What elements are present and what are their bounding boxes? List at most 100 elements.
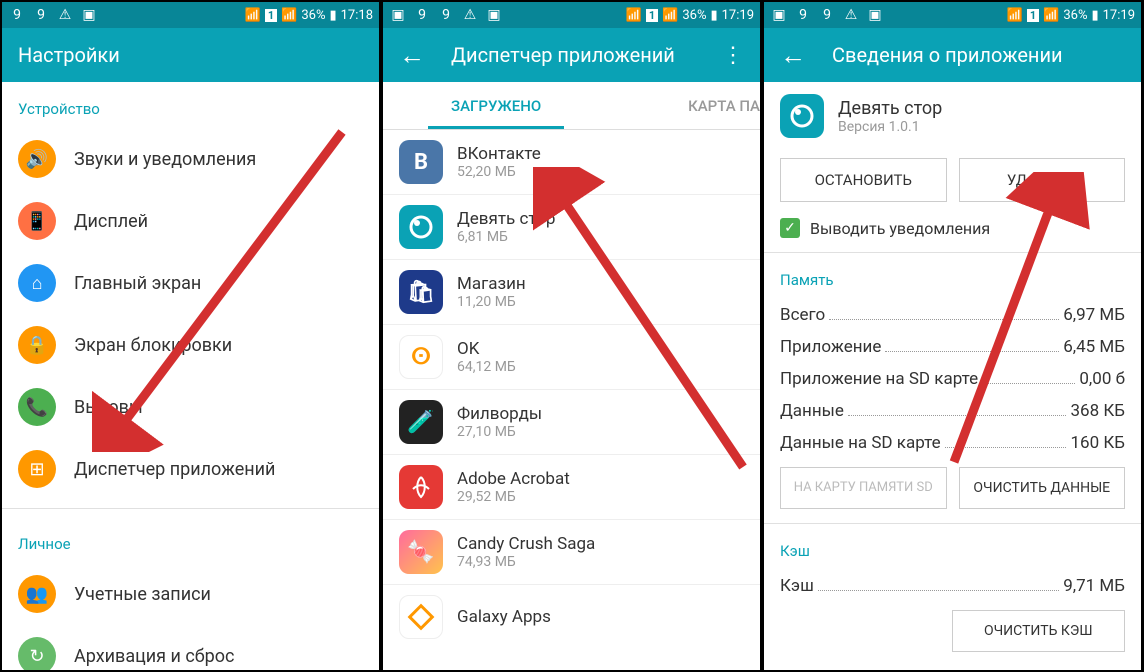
- signal-icon: 📶: [281, 8, 297, 23]
- settings-item-app-manager[interactable]: ⊞ Диспетчер приложений: [2, 438, 379, 500]
- notifications-toggle[interactable]: ✓ Выводить уведомления: [764, 210, 1141, 252]
- cast-icon: ▣: [80, 6, 98, 24]
- page-title: Сведения о приложении: [832, 43, 1063, 67]
- notif-icon: 9: [437, 6, 455, 24]
- notif-icon: 9: [794, 6, 812, 24]
- notif-icon: 9: [818, 6, 836, 24]
- divider: [2, 508, 379, 509]
- store-icon: 🛍: [399, 270, 443, 314]
- cast-icon: ▣: [485, 6, 503, 24]
- clear-data-button[interactable]: ОЧИСТИТЬ ДАННЫЕ: [959, 467, 1126, 509]
- tab-sdcard[interactable]: КАРТА ПА: [609, 82, 760, 129]
- checkbox-checked-icon: ✓: [780, 218, 800, 238]
- settings-item-lockscreen[interactable]: 🔒 Экран блокировки: [2, 314, 379, 376]
- memory-data-sd: Данные на SD карте160 КБ: [764, 427, 1141, 459]
- apps-icon: ⊞: [18, 450, 56, 488]
- app-name: Девять стор: [838, 98, 942, 119]
- app-item-vk[interactable]: В ВКонтакте52,20 МБ: [383, 130, 760, 195]
- clock: 17:19: [1103, 8, 1135, 23]
- section-cache: Кэш: [764, 524, 1141, 570]
- phone-icon: 📞: [18, 388, 56, 426]
- statusbar: ▣ 9 9 ⚠ ▣ 📶 1 📶 36% ▮ 17:19: [383, 2, 760, 28]
- display-icon: 📱: [18, 202, 56, 240]
- ok-icon: ⵙ: [399, 335, 443, 379]
- battery-percent: 36%: [682, 8, 706, 23]
- warning-icon: ⚠: [842, 6, 860, 24]
- app-item-candy[interactable]: 🍬 Candy Crush Saga74,93 МБ: [383, 520, 760, 585]
- wifi-icon: 📶: [626, 8, 642, 23]
- warning-icon: ⚠: [461, 6, 479, 24]
- app-item-nine[interactable]: Девять стор6,81 МБ: [383, 195, 760, 260]
- settings-item-display[interactable]: 📱 Дисплей: [2, 190, 379, 252]
- app-icon: [780, 94, 824, 138]
- lock-icon: 🔒: [18, 326, 56, 364]
- settings-item-backup[interactable]: ↻ Архивация и сброс: [2, 625, 379, 672]
- candy-icon: 🍬: [399, 530, 443, 574]
- section-label-device: Устройство: [2, 82, 379, 128]
- signal-icon: 📶: [1043, 8, 1059, 23]
- app-item-acrobat[interactable]: Adobe Acrobat29,52 МБ: [383, 455, 760, 520]
- app-item-filwords[interactable]: 🧪 Филворды27,10 МБ: [383, 390, 760, 455]
- tabs: ЗАГРУЖЕНО КАРТА ПА: [383, 82, 760, 130]
- nine-icon: [399, 205, 443, 249]
- sim-indicator: 1: [1027, 9, 1039, 22]
- notif-icon: 9: [32, 6, 50, 24]
- page-title: Диспетчер приложений: [451, 43, 675, 67]
- settings-item-accounts[interactable]: 👥 Учетные записи: [2, 563, 379, 625]
- appbar: Настройки: [2, 28, 379, 82]
- vk-icon: В: [399, 140, 443, 184]
- appbar: ← Диспетчер приложений ⋮: [383, 28, 760, 82]
- back-button[interactable]: ←: [780, 40, 806, 71]
- settings-item-sounds[interactable]: 🔊 Звуки и уведомления: [2, 128, 379, 190]
- clear-cache-button[interactable]: ОЧИСТИТЬ КЭШ: [952, 610, 1126, 652]
- settings-item-calls[interactable]: 📞 Вызовы: [2, 376, 379, 438]
- statusbar: ▣ 9 9 ⚠ ▣ 📶 1 📶 36% ▮ 17:19: [764, 2, 1141, 28]
- screen-app-manager: ▣ 9 9 ⚠ ▣ 📶 1 📶 36% ▮ 17:19 ← Диспетчер …: [381, 0, 762, 672]
- home-icon: ⌂: [18, 264, 56, 302]
- sim-indicator: 1: [265, 9, 277, 22]
- overflow-menu[interactable]: ⋮: [722, 43, 744, 68]
- stop-button[interactable]: ОСТАНОВИТЬ: [780, 158, 947, 202]
- page-title: Настройки: [18, 43, 120, 67]
- notif-icon: 9: [413, 6, 431, 24]
- settings-item-home[interactable]: ⌂ Главный экран: [2, 252, 379, 314]
- tab-downloaded[interactable]: ЗАГРУЖЕНО: [383, 82, 609, 129]
- acrobat-icon: [399, 465, 443, 509]
- appbar: ← Сведения о приложении: [764, 28, 1141, 82]
- statusbar: 9 9 ⚠ ▣ 📶 1 📶 36% ▮ 17:18: [2, 2, 379, 28]
- memory-total: Всего6,97 МБ: [764, 299, 1141, 331]
- app-item-ok[interactable]: ⵙ OK64,12 МБ: [383, 325, 760, 390]
- notif-icon: ▣: [770, 6, 788, 24]
- sim-indicator: 1: [646, 9, 658, 22]
- galaxy-icon: [399, 595, 443, 639]
- battery-percent: 36%: [1063, 8, 1087, 23]
- app-header: Девять стор Версия 1.0.1: [764, 82, 1141, 150]
- memory-app: Приложение6,45 МБ: [764, 331, 1141, 363]
- clock: 17:18: [341, 8, 373, 23]
- move-sd-button: НА КАРТУ ПАМЯТИ SD: [780, 467, 947, 509]
- clock: 17:19: [722, 8, 754, 23]
- cache-size: Кэш9,71 МБ: [764, 570, 1141, 602]
- notif-icon: 9: [8, 6, 26, 24]
- memory-data: Данные368 КБ: [764, 395, 1141, 427]
- delete-button[interactable]: УДАЛИТЬ: [959, 158, 1126, 202]
- signal-icon: 📶: [662, 8, 678, 23]
- app-item-store[interactable]: 🛍 Магазин11,20 МБ: [383, 260, 760, 325]
- filwords-icon: 🧪: [399, 400, 443, 444]
- cast-icon: ▣: [866, 6, 884, 24]
- back-button[interactable]: ←: [399, 40, 425, 71]
- section-memory: Память: [764, 253, 1141, 299]
- warning-icon: ⚠: [56, 6, 74, 24]
- sound-icon: 🔊: [18, 140, 56, 178]
- battery-icon: ▮: [710, 8, 717, 23]
- app-item-galaxy[interactable]: Galaxy Apps: [383, 585, 760, 649]
- backup-icon: ↻: [18, 637, 56, 672]
- screen-app-info: ▣ 9 9 ⚠ ▣ 📶 1 📶 36% ▮ 17:19 ← Сведения о…: [762, 0, 1143, 672]
- notif-icon: ▣: [389, 6, 407, 24]
- memory-app-sd: Приложение на SD карте0,00 б: [764, 363, 1141, 395]
- battery-icon: ▮: [329, 8, 336, 23]
- battery-icon: ▮: [1091, 8, 1098, 23]
- screen-settings: 9 9 ⚠ ▣ 📶 1 📶 36% ▮ 17:18 Настройки Устр…: [0, 0, 381, 672]
- wifi-icon: 📶: [1007, 8, 1023, 23]
- wifi-icon: 📶: [245, 8, 261, 23]
